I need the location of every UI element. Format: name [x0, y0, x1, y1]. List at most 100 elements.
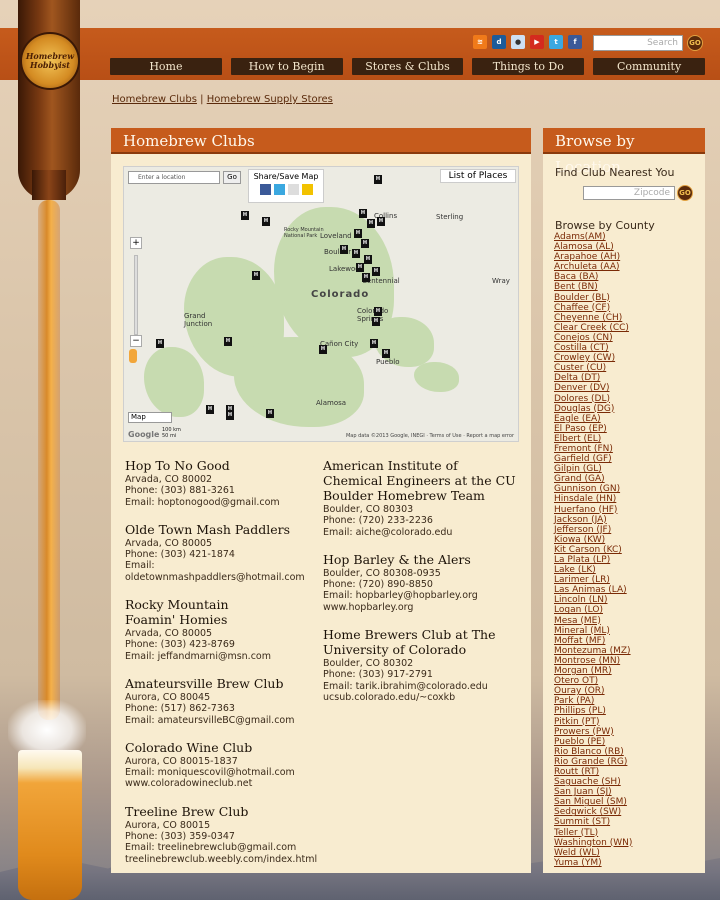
county-link[interactable]: Chaffee (CF) [554, 303, 632, 313]
rss-icon[interactable]: ≋ [473, 35, 487, 49]
county-link[interactable]: Larimer (LR) [554, 575, 632, 585]
county-link[interactable]: Logan (LO) [554, 605, 632, 615]
county-link[interactable]: Douglas (DG) [554, 404, 632, 414]
county-link[interactable]: Delta (DT) [554, 373, 632, 383]
county-link[interactable]: Kit Carson (KC) [554, 545, 632, 555]
map-marker[interactable]: H [354, 229, 362, 238]
map-marker[interactable]: H [359, 209, 367, 218]
county-link[interactable]: Park (PA) [554, 696, 632, 706]
county-link[interactable]: Denver (DV) [554, 383, 632, 393]
nav-community[interactable]: Community [593, 58, 705, 75]
county-link[interactable]: Archuleta (AA) [554, 262, 632, 272]
map-marker[interactable]: H [370, 339, 378, 348]
county-link[interactable]: Teller (TL) [554, 828, 632, 838]
map-marker[interactable]: H [356, 263, 364, 272]
map-list-of-places[interactable]: List of Places [440, 169, 516, 183]
county-link[interactable]: San Juan (SJ) [554, 787, 632, 797]
facebook-icon[interactable]: f [568, 35, 582, 49]
map-marker[interactable]: H [156, 339, 164, 348]
twitter-icon[interactable] [273, 184, 285, 195]
breadcrumb-supply-stores[interactable]: Homebrew Supply Stores [207, 94, 333, 105]
county-link[interactable]: El Paso (EP) [554, 424, 632, 434]
county-link[interactable]: Dolores (DL) [554, 394, 632, 404]
zoom-slider[interactable] [134, 255, 138, 335]
map-marker[interactable]: H [367, 219, 375, 228]
map-zoom-control[interactable]: + − [129, 237, 143, 347]
map-marker[interactable]: H [372, 317, 380, 326]
county-link[interactable]: Hinsdale (HN) [554, 494, 632, 504]
county-link[interactable]: San Miguel (SM) [554, 797, 632, 807]
search-input[interactable]: Search [593, 35, 683, 51]
pegman-icon[interactable] [129, 349, 137, 363]
map-type-select[interactable]: Map [128, 412, 172, 423]
county-link[interactable]: Baca (BA) [554, 272, 632, 282]
county-link[interactable]: Huerfano (HF) [554, 505, 632, 515]
zipcode-go-button[interactable]: GO [677, 185, 693, 201]
map-share-panel[interactable]: Share/Save Map [248, 169, 324, 203]
map-marker[interactable]: H [382, 349, 390, 358]
county-link[interactable]: Adams(AM) [554, 232, 632, 242]
county-link[interactable]: Kiowa (KW) [554, 535, 632, 545]
map-marker[interactable]: H [319, 345, 327, 354]
zipcode-input[interactable]: Zipcode [583, 186, 675, 200]
county-link[interactable]: Grand (GA) [554, 474, 632, 484]
county-link[interactable]: Sedgwick (SW) [554, 807, 632, 817]
county-link[interactable]: Boulder (BL) [554, 293, 632, 303]
nav-home[interactable]: Home [110, 58, 222, 75]
email-icon[interactable] [287, 184, 299, 195]
county-link[interactable]: Phillips (PL) [554, 706, 632, 716]
county-link[interactable]: Fremont (FN) [554, 444, 632, 454]
county-link[interactable]: Saguache (SH) [554, 777, 632, 787]
county-link[interactable]: Summit (ST) [554, 817, 632, 827]
county-link[interactable]: Montezuma (MZ) [554, 646, 632, 656]
county-link[interactable]: Routt (RT) [554, 767, 632, 777]
county-link[interactable]: Costilla (CT) [554, 343, 632, 353]
county-link[interactable]: Elbert (EL) [554, 434, 632, 444]
county-link[interactable]: La Plata (LP) [554, 555, 632, 565]
county-link[interactable]: Eagle (EA) [554, 414, 632, 424]
county-link[interactable]: Garfield (GF) [554, 454, 632, 464]
map-marker[interactable]: H [352, 249, 360, 258]
county-link[interactable]: Bent (BN) [554, 282, 632, 292]
star-icon[interactable] [301, 184, 313, 195]
search-go-button[interactable]: GO [687, 35, 703, 51]
zoom-out-button[interactable]: − [130, 335, 142, 347]
county-link[interactable]: Arapahoe (AH) [554, 252, 632, 262]
county-link[interactable]: Montrose (MN) [554, 656, 632, 666]
breadcrumb-homebrew-clubs[interactable]: Homebrew Clubs [112, 94, 197, 105]
map-go-button[interactable]: Go [223, 171, 241, 184]
county-link[interactable]: Clear Creek (CC) [554, 323, 632, 333]
map-marker[interactable]: H [252, 271, 260, 280]
county-link[interactable]: Prowers (PW) [554, 727, 632, 737]
county-link[interactable]: Mineral (ML) [554, 626, 632, 636]
county-link[interactable]: Lincoln (LN) [554, 595, 632, 605]
map-location-input[interactable]: Enter a location [128, 171, 220, 184]
map-marker[interactable]: H [377, 217, 385, 226]
map-marker[interactable]: H [262, 217, 270, 226]
county-link[interactable]: Ouray (OR) [554, 686, 632, 696]
county-link[interactable]: Cheyenne (CH) [554, 313, 632, 323]
county-link[interactable]: Gunnison (GN) [554, 484, 632, 494]
map-marker[interactable]: H [361, 239, 369, 248]
map-marker[interactable]: H [374, 175, 382, 184]
county-link[interactable]: Alamosa (AL) [554, 242, 632, 252]
map-marker[interactable]: H [266, 409, 274, 418]
map-marker[interactable]: H [241, 211, 249, 220]
map-marker[interactable]: H [364, 255, 372, 264]
county-link[interactable]: Lake (LK) [554, 565, 632, 575]
county-link[interactable]: Rio Blanco (RB) [554, 747, 632, 757]
county-link[interactable]: Otero OT) [554, 676, 632, 686]
county-link[interactable]: Jackson (JA) [554, 515, 632, 525]
map-marker[interactable]: H [206, 405, 214, 414]
nav-things-to-do[interactable]: Things to Do [472, 58, 585, 75]
digg-icon[interactable]: d [492, 35, 506, 49]
county-link[interactable]: Conejos (CN) [554, 333, 632, 343]
county-link[interactable]: Crowley (CW) [554, 353, 632, 363]
facebook-icon[interactable] [259, 184, 271, 195]
map-marker[interactable]: H [362, 273, 370, 282]
twitter-icon[interactable]: t [549, 35, 563, 49]
reddit-icon[interactable]: ● [511, 35, 525, 49]
county-link[interactable]: Yuma (YM) [554, 858, 632, 868]
county-link[interactable]: Mesa (ME) [554, 616, 632, 626]
nav-stores-clubs[interactable]: Stores & Clubs [351, 58, 464, 75]
